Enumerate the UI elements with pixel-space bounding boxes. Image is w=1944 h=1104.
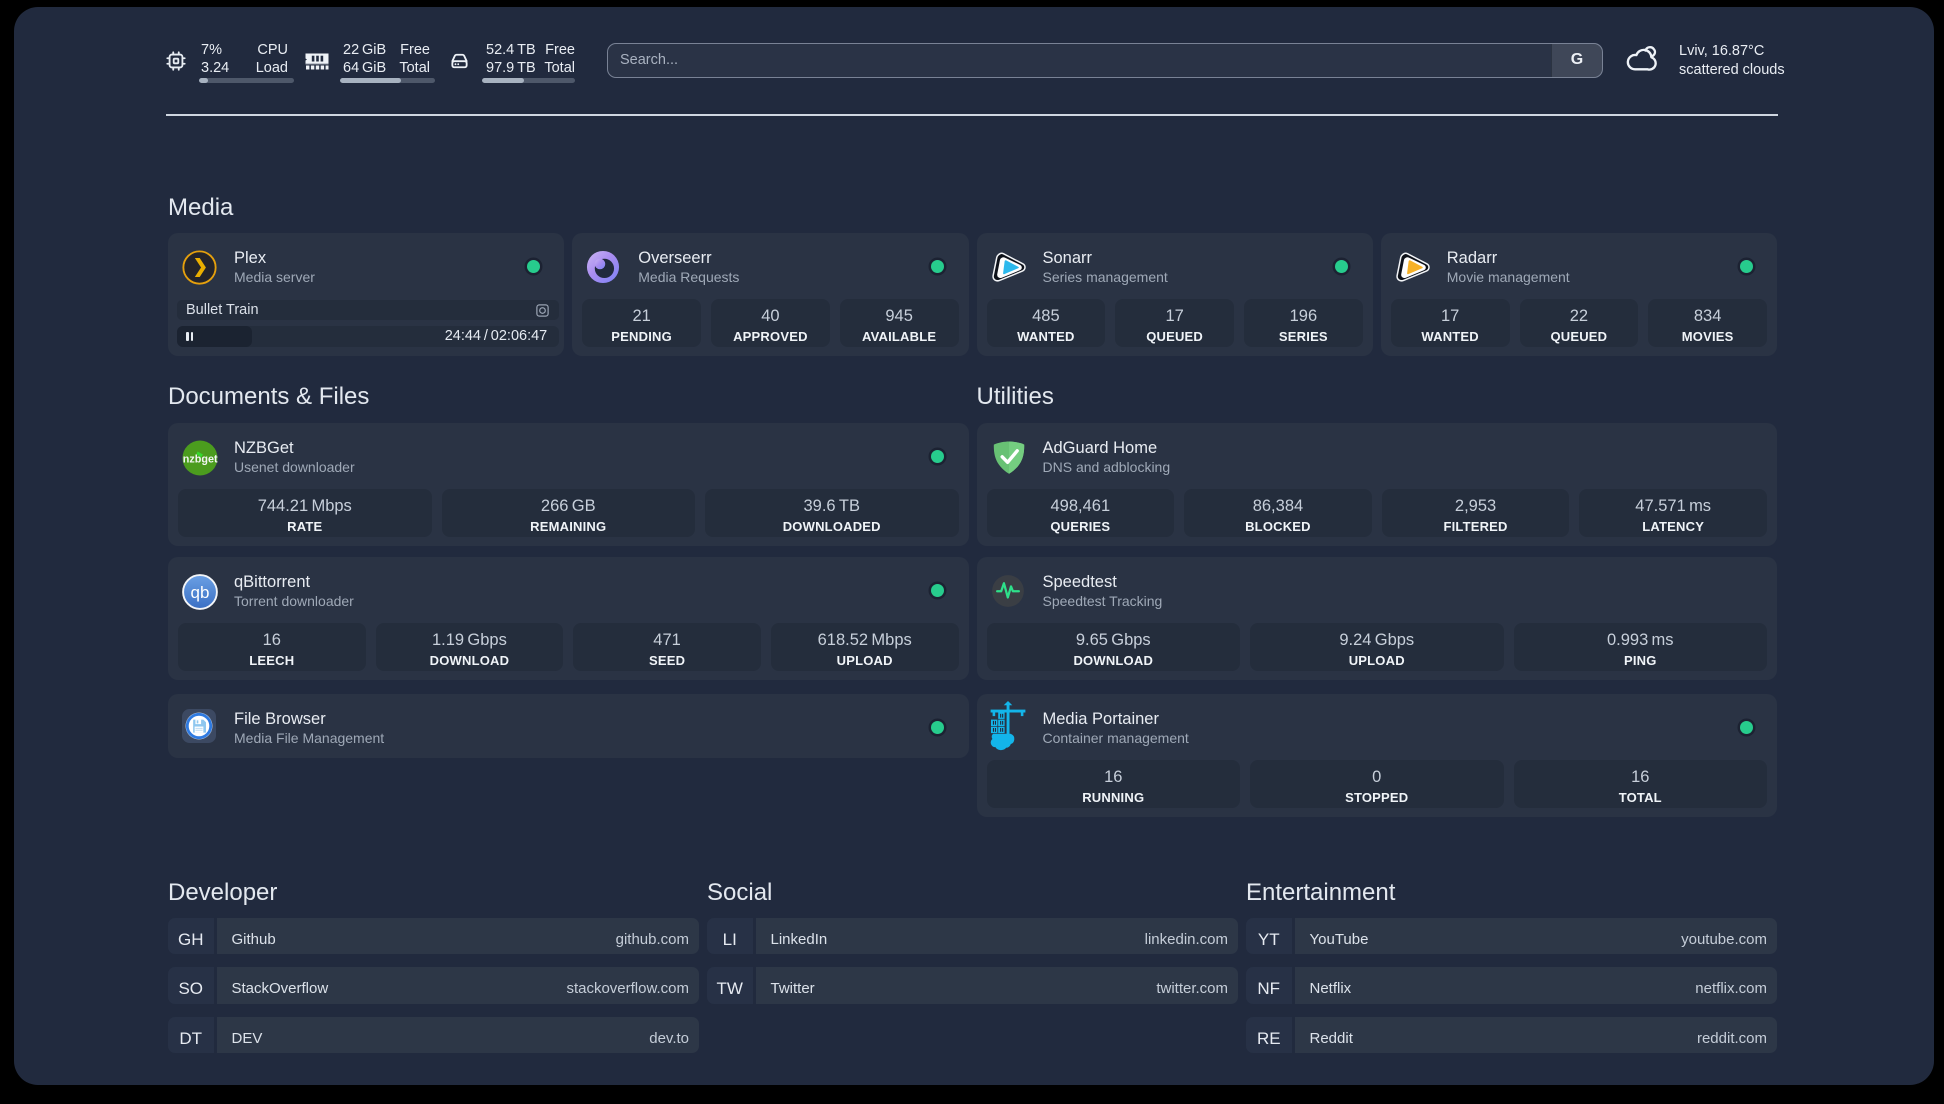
svg-text:qb: qb bbox=[191, 583, 210, 602]
svg-text:nzbget: nzbget bbox=[183, 454, 218, 466]
